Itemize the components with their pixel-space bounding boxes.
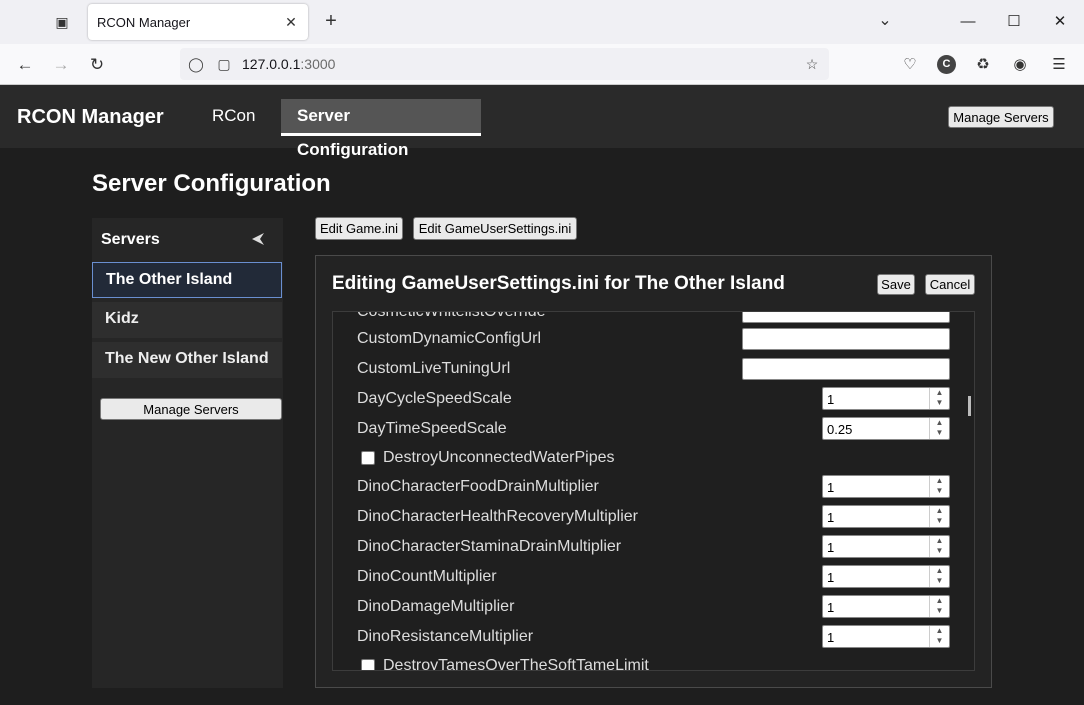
new-tab-icon[interactable]: + (320, 10, 342, 32)
cancel-button[interactable]: Cancel (925, 274, 975, 295)
spinner-icon[interactable]: ▲ ▼ (929, 626, 949, 647)
setting-text-input[interactable] (742, 312, 950, 323)
server-item-kidz[interactable]: Kidz (92, 302, 282, 338)
spinner-icon[interactable]: ▲ ▼ (929, 388, 949, 409)
setting-number-input[interactable]: 1 ▲ ▼ (822, 625, 950, 648)
spinner-icon[interactable]: ▲ ▼ (929, 418, 949, 439)
setting-label: DestroyUnconnectedWaterPipes (383, 449, 615, 466)
bookmark-star-icon[interactable]: ☆ (802, 54, 822, 74)
page-icon[interactable]: ▢ (214, 54, 234, 74)
setting-row: CustomLiveTuningUrl (333, 355, 963, 385)
setting-number-input[interactable]: 0.25 ▲ ▼ (822, 417, 950, 440)
setting-label: DinoResistanceMultiplier (357, 628, 534, 645)
setting-label: DayTimeSpeedScale (357, 420, 507, 437)
setting-row: DestroyTamesOverTheSoftTameLimit (333, 652, 963, 671)
pocket-icon[interactable]: ♡ (898, 53, 922, 77)
setting-number-input[interactable]: 1 ▲ ▼ (822, 595, 950, 618)
tab-title: RCON Manager (97, 15, 191, 30)
setting-text-input[interactable] (742, 328, 950, 350)
nav-rcon[interactable]: RCon (196, 99, 271, 136)
setting-row: DinoCharacterStaminaDrainMultiplier 1 ▲ ▼ (333, 533, 963, 563)
setting-label: DayCycleSpeedScale (357, 390, 512, 407)
setting-label: DinoCharacterFoodDrainMultiplier (357, 478, 599, 495)
setting-number-input[interactable]: 1 ▲ ▼ (822, 475, 950, 498)
scrollbar-thumb[interactable] (968, 396, 971, 416)
spinner-icon[interactable]: ▲ ▼ (929, 476, 949, 497)
app-brand[interactable]: RCON Manager (17, 106, 164, 129)
manage-servers-button[interactable]: Manage Servers (948, 106, 1054, 128)
setting-text-input[interactable] (742, 358, 950, 380)
browser-tab[interactable]: RCON Manager ✕ (88, 4, 308, 40)
setting-label: DinoCharacterHealthRecoveryMultiplier (357, 508, 638, 525)
setting-row: DayTimeSpeedScale 0.25 ▲ ▼ (333, 415, 963, 445)
forward-icon[interactable]: → (49, 53, 73, 77)
edit-game-ini-button[interactable]: Edit Game.ini (315, 217, 403, 240)
extensions-icon[interactable]: ♻ (971, 53, 995, 77)
setting-row: DinoCharacterHealthRecoveryMultiplier 1 ▲… (333, 503, 963, 533)
browser-toolbar: ← → ↻ ◯ ▢ 127.0.0.1:3000 ☆ ♡ C ♻ ◉ ☰ (0, 44, 1084, 85)
setting-label: DinoCharacterStaminaDrainMultiplier (357, 538, 622, 555)
maximize-icon[interactable]: ☐ (1000, 8, 1028, 36)
setting-label: CustomDynamicConfigUrl (357, 330, 542, 347)
sidebar-heading: Servers (101, 231, 160, 248)
page-title: Server Configuration (92, 170, 331, 197)
setting-row: DinoCountMultiplier 1 ▲ ▼ (333, 563, 963, 593)
edit-gameusersettings-ini-button[interactable]: Edit GameUserSettings.ini (413, 217, 577, 240)
profile-avatar[interactable]: C (937, 55, 956, 74)
spinner-icon[interactable]: ▲ ▼ (929, 566, 949, 587)
ini-editor-panel: Editing GameUserSettings.ini for The Oth… (315, 255, 992, 688)
server-item-the-new-other-island[interactable]: The New Other Island (92, 342, 282, 378)
settings-scroll-area[interactable]: CosmeticWhitelistOverride CustomDynamicC… (332, 311, 975, 671)
setting-label: DinoCountMultiplier (357, 568, 497, 585)
close-tab-icon[interactable]: ✕ (280, 11, 302, 33)
reload-icon[interactable]: ↻ (85, 53, 109, 77)
setting-number-input[interactable]: 1 ▲ ▼ (822, 387, 950, 410)
server-item-the-other-island[interactable]: The Other Island (92, 262, 282, 298)
setting-number-input[interactable]: 1 ▲ ▼ (822, 565, 950, 588)
editor-title: Editing GameUserSettings.ini for The Oth… (332, 273, 785, 294)
setting-row: DayCycleSpeedScale 1 ▲ ▼ (333, 385, 963, 415)
chevron-down-icon[interactable]: ⌄ (874, 10, 896, 32)
spinner-icon[interactable]: ▲ ▼ (929, 536, 949, 557)
setting-label: DestroyTamesOverTheSoftTameLimit (383, 657, 649, 671)
setting-label: CosmeticWhitelistOverride (357, 311, 546, 320)
setting-label: DinoDamageMultiplier (357, 598, 515, 615)
url-text[interactable]: 127.0.0.1:3000 (242, 56, 335, 72)
setting-row: DinoCharacterFoodDrainMultiplier 1 ▲ ▼ (333, 473, 963, 503)
shield-icon[interactable]: ◯ (186, 54, 206, 74)
back-icon[interactable]: ← (13, 53, 37, 77)
save-button[interactable]: Save (877, 274, 915, 295)
spinner-icon[interactable]: ▲ ▼ (929, 506, 949, 527)
app-header: RCON Manager RCon Server Configuration M… (0, 85, 1084, 159)
spinner-icon[interactable]: ▲ ▼ (929, 596, 949, 617)
setting-number-input[interactable]: 1 ▲ ▼ (822, 505, 950, 528)
url-bar[interactable]: ◯ ▢ 127.0.0.1:3000 ☆ (180, 48, 829, 80)
account-icon[interactable]: ◉ (1008, 53, 1032, 77)
setting-row: DinoDamageMultiplier 1 ▲ ▼ (333, 593, 963, 623)
setting-row: DestroyUnconnectedWaterPipes (333, 444, 963, 474)
close-window-icon[interactable]: ✕ (1046, 8, 1074, 36)
setting-label: CustomLiveTuningUrl (357, 360, 511, 377)
sidebar-manage-servers-button[interactable]: Manage Servers (100, 398, 282, 420)
tab-list-icon[interactable]: ▣ (50, 10, 74, 34)
browser-tab-strip: ▣ RCON Manager ✕ + ⌄ — ☐ ✕ (0, 0, 1084, 44)
setting-number-input[interactable]: 1 ▲ ▼ (822, 535, 950, 558)
minimize-icon[interactable]: — (954, 8, 982, 36)
servers-sidebar: Servers The Other Island Kidz The New Ot… (92, 218, 283, 688)
setting-checkbox[interactable] (361, 451, 375, 465)
collapse-sidebar-icon[interactable] (250, 231, 266, 247)
setting-row: CustomDynamicConfigUrl (333, 325, 963, 355)
menu-icon[interactable]: ☰ (1047, 53, 1071, 77)
nav-server-configuration[interactable]: Server Configuration (281, 99, 481, 159)
setting-checkbox[interactable] (361, 659, 375, 670)
setting-row: DinoResistanceMultiplier 1 ▲ ▼ (333, 623, 963, 653)
